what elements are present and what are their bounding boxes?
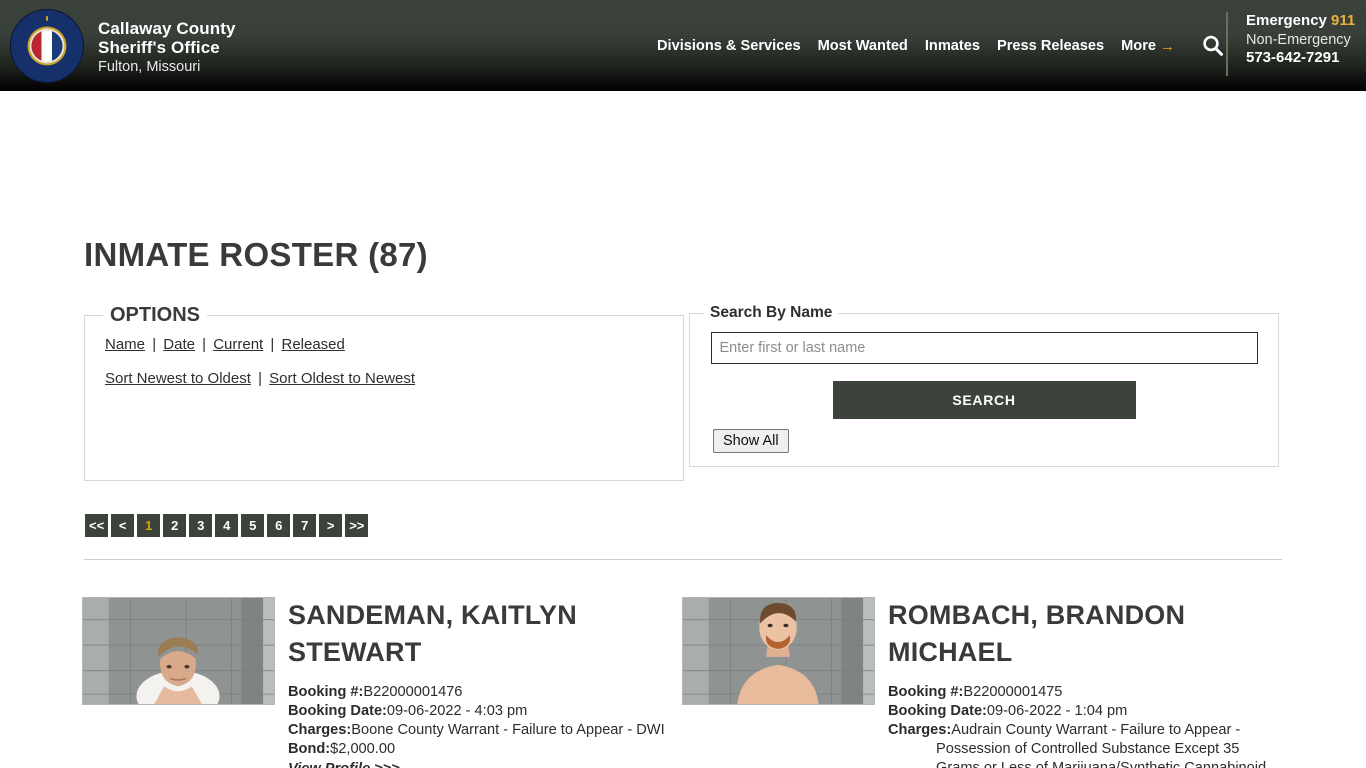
options-filter-row: Name | Date | Current | Released bbox=[85, 327, 683, 352]
pagination-page-7[interactable]: 7 bbox=[293, 514, 317, 537]
pagination-page-3[interactable]: 3 bbox=[189, 514, 213, 537]
inmate-booking-date-row: Booking Date:09-06-2022 - 4:03 pm bbox=[288, 702, 669, 721]
booking-date-value: 09-06-2022 - 4:03 pm bbox=[386, 703, 528, 720]
show-all-button[interactable]: Show All bbox=[713, 429, 789, 453]
nav-item-inmates[interactable]: Inmates bbox=[925, 38, 980, 54]
main-navigation: Divisions & Services Most Wanted Inmates… bbox=[657, 33, 1226, 59]
pagination-first[interactable]: << bbox=[85, 514, 109, 537]
option-separator: | bbox=[152, 336, 157, 353]
brand-location: Fulton, Missouri bbox=[98, 59, 201, 76]
charges-value: Boone County Warrant - Failure to Appear… bbox=[351, 722, 665, 739]
charges-label: Charges: bbox=[888, 722, 952, 739]
inmate-card: SANDEMAN, KAITLYN STEWART Booking #:B220… bbox=[82, 597, 682, 768]
inmate-booking-number-row: Booking #:B22000001475 bbox=[888, 683, 1269, 702]
options-panel: OPTIONS Name | Date | Current | Released… bbox=[84, 304, 684, 481]
inmate-roster-list: SANDEMAN, KAITLYN STEWART Booking #:B220… bbox=[82, 597, 1282, 768]
brand-line-2: Sheriff's Office bbox=[98, 38, 220, 58]
charges-value: Audrain County Warrant - Failure to Appe… bbox=[936, 722, 1266, 768]
inmate-mugshot[interactable] bbox=[682, 597, 875, 705]
booking-number-label: Booking #: bbox=[288, 684, 364, 701]
booking-number-label: Booking #: bbox=[888, 684, 964, 701]
option-link-name[interactable]: Name bbox=[105, 336, 145, 353]
inmate-card: ROMBACH, BRANDON MICHAEL Booking #:B2200… bbox=[682, 597, 1282, 768]
inmate-name[interactable]: SANDEMAN, KAITLYN STEWART bbox=[288, 597, 669, 670]
pagination-prev[interactable]: < bbox=[111, 514, 135, 537]
nav-item-more[interactable]: More → bbox=[1121, 38, 1175, 54]
brand-text: Callaway County Sheriff's Office Fulton,… bbox=[84, 9, 236, 75]
booking-number-value: B22000001476 bbox=[363, 684, 463, 701]
pagination-page-4[interactable]: 4 bbox=[215, 514, 239, 537]
nav-item-press-releases[interactable]: Press Releases bbox=[997, 38, 1104, 54]
emergency-label: Emergency bbox=[1246, 12, 1327, 29]
inmate-details: ROMBACH, BRANDON MICHAEL Booking #:B2200… bbox=[875, 597, 1269, 768]
inmate-charges-row: Charges:Audrain County Warrant - Failure… bbox=[888, 721, 1269, 768]
non-emergency-number[interactable]: 573-642-7291 bbox=[1246, 49, 1355, 66]
nav-item-divisions-services[interactable]: Divisions & Services bbox=[657, 38, 801, 54]
search-button[interactable]: SEARCH bbox=[832, 381, 1136, 419]
arrow-right-icon: → bbox=[1160, 37, 1175, 55]
option-separator: | bbox=[270, 336, 275, 353]
inmate-booking-date-row: Booking Date:09-06-2022 - 1:04 pm bbox=[888, 702, 1269, 721]
brand[interactable]: Callaway County Sheriff's Office Fulton,… bbox=[0, 0, 236, 83]
emergency-line: Emergency 911 bbox=[1246, 12, 1355, 29]
emergency-contact-block: Emergency 911 Non-Emergency 573-642-7291 bbox=[1226, 12, 1355, 76]
pagination-next[interactable]: > bbox=[319, 514, 343, 537]
page-title: INMATE ROSTER (87) bbox=[84, 236, 428, 273]
view-profile-link[interactable]: View Profile >>> bbox=[288, 761, 400, 768]
option-link-date[interactable]: Date bbox=[163, 336, 195, 353]
county-seal-icon bbox=[10, 9, 84, 83]
inmate-booking-number-row: Booking #:B22000001476 bbox=[288, 683, 669, 702]
pagination-page-5[interactable]: 5 bbox=[241, 514, 265, 537]
search-legend: Search By Name bbox=[710, 304, 833, 321]
emergency-number: 911 bbox=[1331, 12, 1356, 29]
pagination-page-1[interactable]: 1 bbox=[137, 514, 161, 537]
option-link-sort-newest-to-oldest[interactable]: Sort Newest to Oldest bbox=[105, 370, 251, 387]
option-link-released[interactable]: Released bbox=[281, 336, 344, 353]
booking-date-label: Booking Date: bbox=[888, 703, 987, 720]
site-header: Callaway County Sheriff's Office Fulton,… bbox=[0, 0, 1366, 91]
option-separator: | bbox=[258, 370, 262, 387]
charges-label: Charges: bbox=[288, 722, 352, 739]
option-link-current[interactable]: Current bbox=[213, 336, 263, 353]
section-divider bbox=[84, 559, 1282, 560]
booking-date-label: Booking Date: bbox=[288, 703, 387, 720]
bond-label: Bond: bbox=[288, 741, 331, 758]
option-separator: | bbox=[202, 336, 207, 353]
booking-date-value: 09-06-2022 - 1:04 pm bbox=[986, 703, 1128, 720]
search-input[interactable] bbox=[710, 332, 1258, 364]
search-panel: Search By Name SEARCH Show All bbox=[689, 304, 1279, 467]
brand-line-1: Callaway County bbox=[98, 19, 236, 38]
nav-item-most-wanted[interactable]: Most Wanted bbox=[818, 38, 908, 54]
option-link-sort-oldest-to-newest[interactable]: Sort Oldest to Newest bbox=[269, 370, 415, 387]
options-sort-row: Sort Newest to Oldest | Sort Oldest to N… bbox=[85, 352, 683, 386]
bond-value: $2,000.00 bbox=[330, 741, 396, 758]
booking-number-value: B22000001475 bbox=[963, 684, 1063, 701]
pagination-page-2[interactable]: 2 bbox=[163, 514, 187, 537]
pagination-page-6[interactable]: 6 bbox=[267, 514, 291, 537]
search-icon[interactable] bbox=[1200, 33, 1226, 59]
nav-more-label: More bbox=[1121, 38, 1156, 54]
inmate-mugshot[interactable] bbox=[82, 597, 275, 705]
inmate-details: SANDEMAN, KAITLYN STEWART Booking #:B220… bbox=[275, 597, 669, 768]
inmate-charges-row: Charges:Boone County Warrant - Failure t… bbox=[288, 721, 669, 740]
pagination: << < 1 2 3 4 5 6 7 > >> bbox=[85, 514, 369, 537]
show-all-wrapper: Show All bbox=[690, 419, 1278, 453]
options-legend: OPTIONS bbox=[110, 304, 201, 326]
non-emergency-label: Non-Emergency bbox=[1246, 32, 1351, 48]
pagination-last[interactable]: >> bbox=[345, 514, 369, 537]
inmate-bond-row: Bond:$2,000.00 bbox=[288, 740, 669, 759]
inmate-name[interactable]: ROMBACH, BRANDON MICHAEL bbox=[888, 597, 1269, 670]
